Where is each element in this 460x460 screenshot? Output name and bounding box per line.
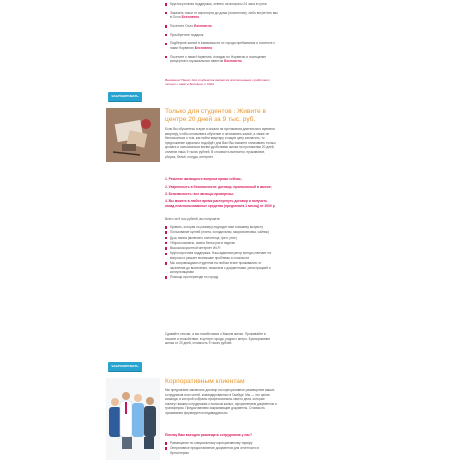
list-item: Подберите жильё в зависимости от города … [165, 41, 280, 51]
highlight: Бесплатно [194, 23, 212, 28]
highlight: Бесплатно [224, 59, 242, 64]
corporate-photo [106, 378, 160, 460]
book-button-student[interactable]: ЗАБРОНИРОВАТЬ [108, 362, 142, 372]
list-item: Круглосуточная поддержка. Наш администра… [165, 251, 277, 260]
list-item: Высокоскоростной интернет Wi-Fi [165, 246, 277, 250]
list-item: Кровать, которая по размеру подходит вам… [165, 225, 277, 229]
corporate-photo-illustration [106, 378, 160, 460]
book-button-top[interactable]: ЗАБРОНИРОВАТЬ [108, 92, 142, 102]
student-heading: Только для студентов : Живите в центре 2… [165, 108, 267, 124]
feature-list: Круглосуточная поддержка, ответы на вопр… [165, 2, 280, 68]
student-includes-list: Кровать, которая по размеру подходит вам… [165, 225, 277, 281]
list-item: Уборка комнаты, смена белья раз в неделю [165, 241, 277, 245]
list-item: Круглосуточная поддержка, ответы на вопр… [165, 2, 280, 7]
list-item: Помощь при переезде по городу [165, 275, 277, 279]
list-item: Посетите Осло Бесплатно [165, 24, 280, 29]
list-item: Пользование кухней (плита, холодильник, … [165, 230, 277, 234]
benefit-2: 2. Уверенность в безопасности: договор, … [165, 185, 272, 189]
highlight: Бесплатно [194, 45, 213, 50]
student-intro: Если Вы обучаетесь в вузе и искали на пр… [165, 127, 276, 159]
list-item: Размещение по специальному корпоративном… [165, 441, 277, 445]
student-price-line: Всего за 9 тыс.рублей, вы получаете: [165, 217, 221, 221]
student-photo-illustration [106, 108, 160, 162]
corporate-heading: Корпоративным клиентам [165, 378, 245, 385]
benefit-4: 4. Вы можете в любое время расторгнуть д… [165, 199, 275, 208]
page: Круглосуточная поддержка, ответы на вопр… [0, 0, 460, 460]
footnote: Внимание! Пакет для студентов является э… [165, 78, 270, 87]
list-item: Мы сопровождаем студентов на любом этапе… [165, 261, 277, 274]
corporate-benefits-list: Размещение по специальному корпоративном… [165, 441, 277, 456]
list-item: Приобретите подарок [165, 33, 280, 38]
list-item: Заказать такси от аэропорта до дома (пос… [165, 11, 280, 21]
student-photo [106, 108, 160, 162]
student-outro: Сдавайте сессии, а мы позаботимся о Ваше… [165, 332, 271, 346]
list-item: Душ, ванна (включено полотенце, фен, утю… [165, 236, 277, 240]
highlight: Бесплатно [181, 15, 200, 20]
list-item: Посетите с нами Норвегию, поездки по Нор… [165, 55, 280, 65]
corporate-question: Почему Вам выгодно размещать сотрудников… [165, 433, 253, 437]
benefit-3: 3. Безопасность: все жильцы проверены; [165, 192, 234, 196]
list-item: Оперативное предоставление документов дл… [165, 446, 277, 455]
corporate-intro: Мы предлагаем заключить договор на корпо… [165, 388, 277, 415]
benefit-1: 1. Решение жилищного вопроса прямо сейча… [165, 177, 242, 181]
